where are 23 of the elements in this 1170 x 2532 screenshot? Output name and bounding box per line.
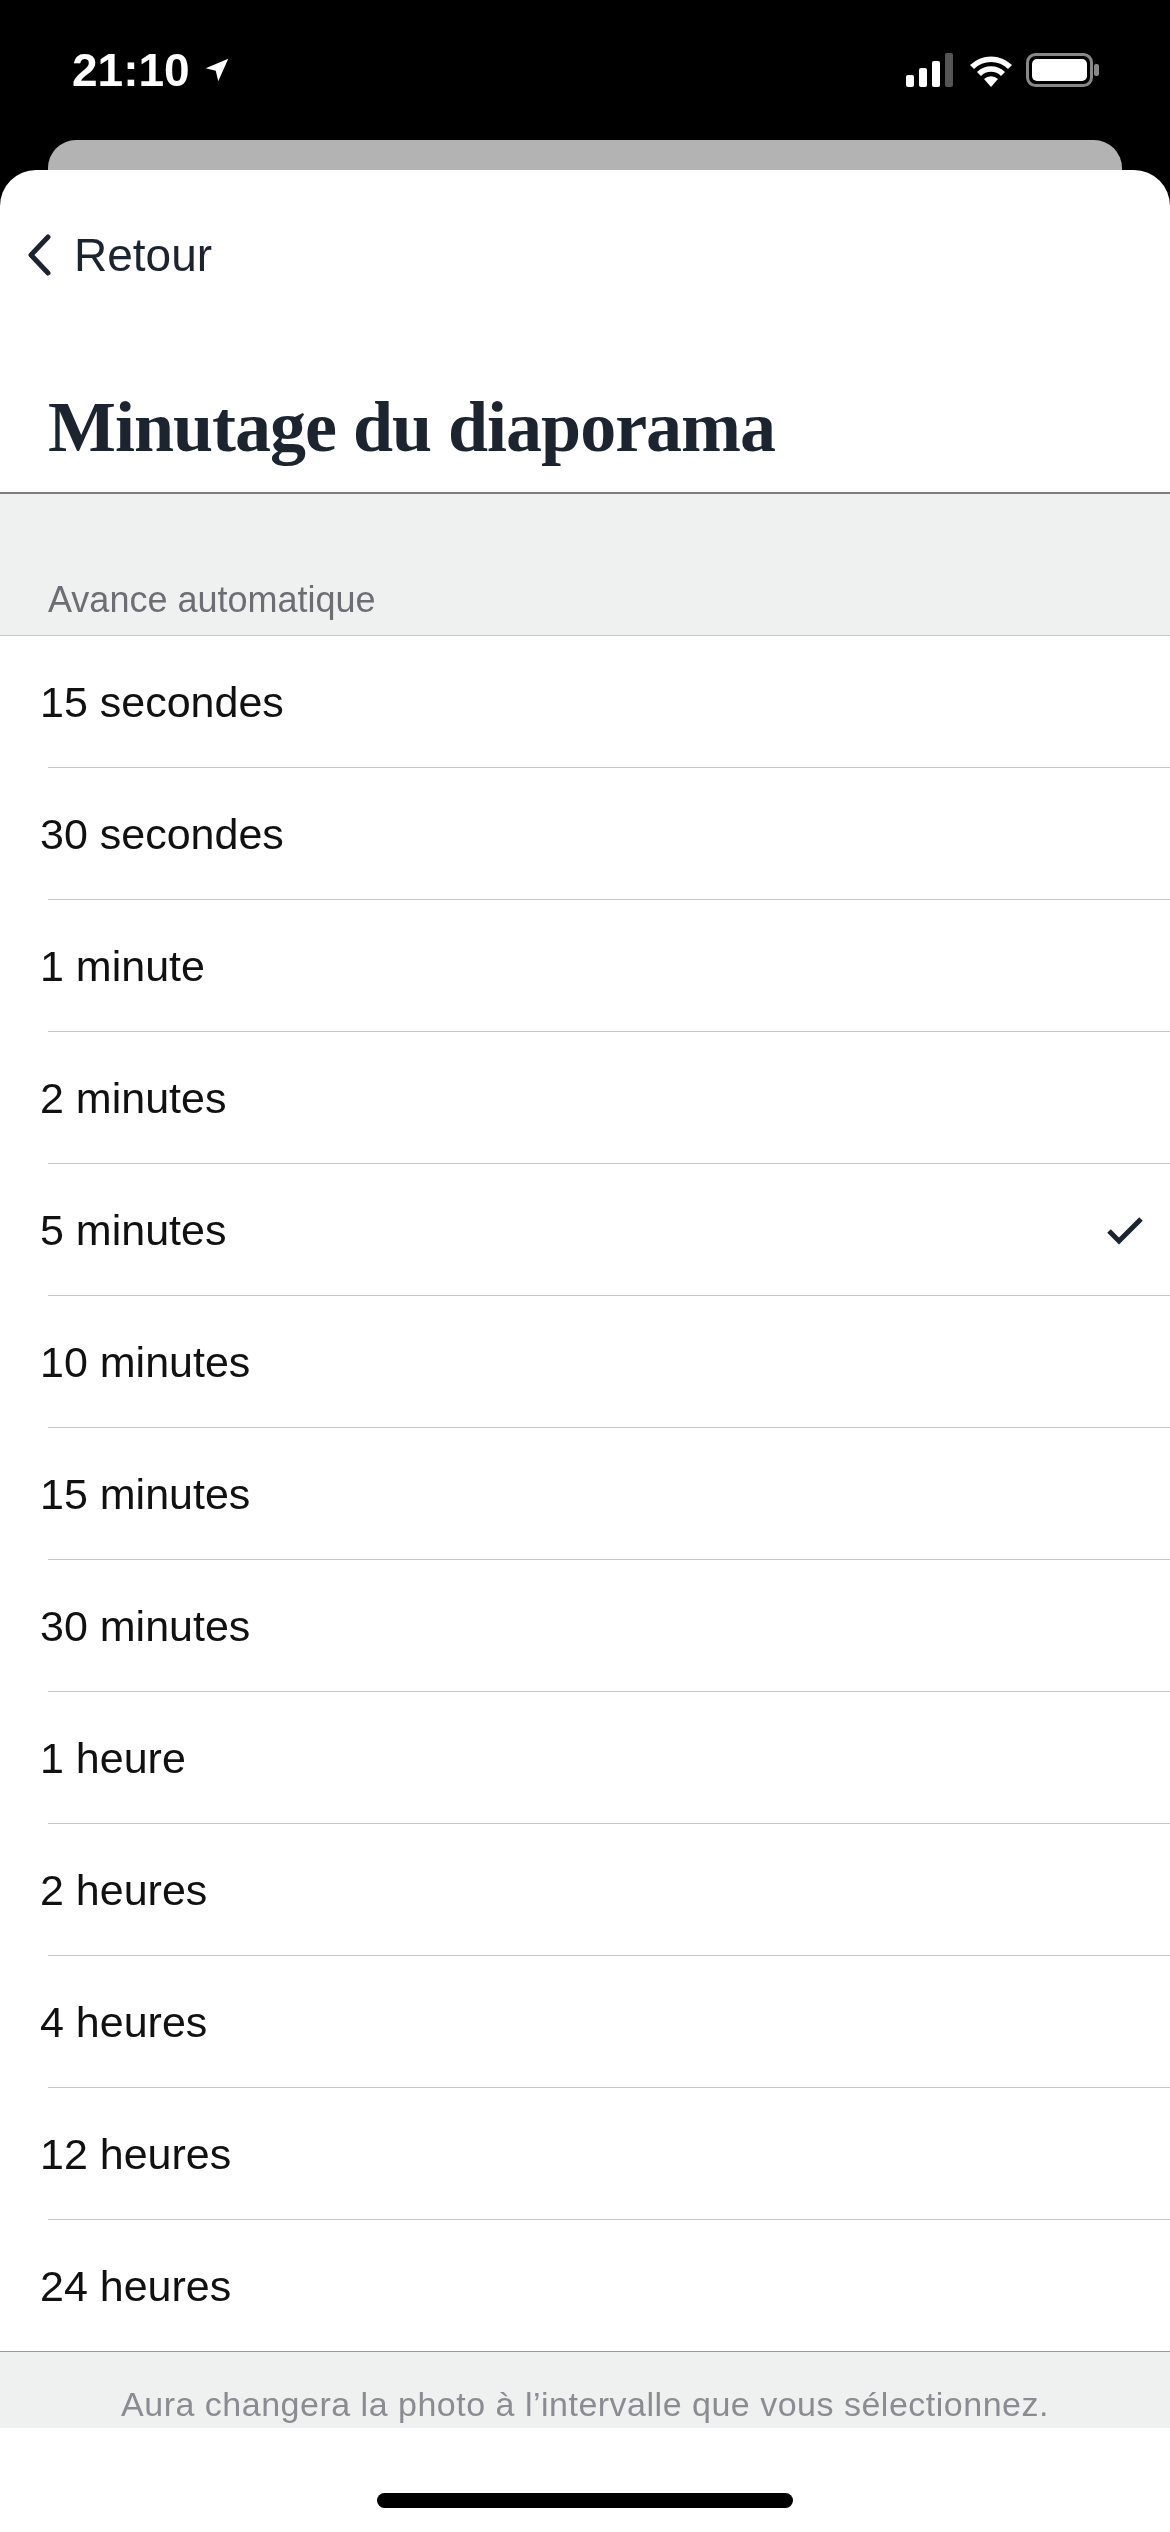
option-row[interactable]: 10 minutes <box>0 1296 1170 1428</box>
back-button[interactable]: Retour <box>0 220 213 290</box>
page-title: Minutage du diaporama <box>48 386 777 469</box>
status-time: 21:10 <box>72 43 190 97</box>
option-row[interactable]: 30 secondes <box>0 768 1170 900</box>
option-row[interactable]: 1 minute <box>0 900 1170 1032</box>
wifi-icon <box>968 53 1014 87</box>
option-row[interactable]: 15 minutes <box>0 1428 1170 1560</box>
battery-icon <box>1026 53 1100 87</box>
option-row[interactable]: 12 heures <box>0 2088 1170 2220</box>
option-row[interactable]: 5 minutes <box>0 1164 1170 1296</box>
option-row[interactable]: 15 secondes <box>0 636 1170 768</box>
option-row[interactable]: 24 heures <box>0 2220 1170 2352</box>
option-row[interactable]: 4 heures <box>0 1956 1170 2088</box>
section-header: Avance automatique <box>48 579 376 621</box>
checkmark-icon <box>1106 1215 1144 1245</box>
signal-icon <box>906 53 956 87</box>
section-footer: Aura changera la photo à l’intervalle que vous sélectionnez. <box>121 2385 1049 2424</box>
option-row[interactable]: 30 minutes <box>0 1560 1170 1692</box>
option-row[interactable]: 2 heures <box>0 1824 1170 1956</box>
option-row[interactable]: 2 minutes <box>0 1032 1170 1164</box>
back-chevron-icon <box>26 233 52 277</box>
option-row[interactable]: 1 heure <box>0 1692 1170 1824</box>
